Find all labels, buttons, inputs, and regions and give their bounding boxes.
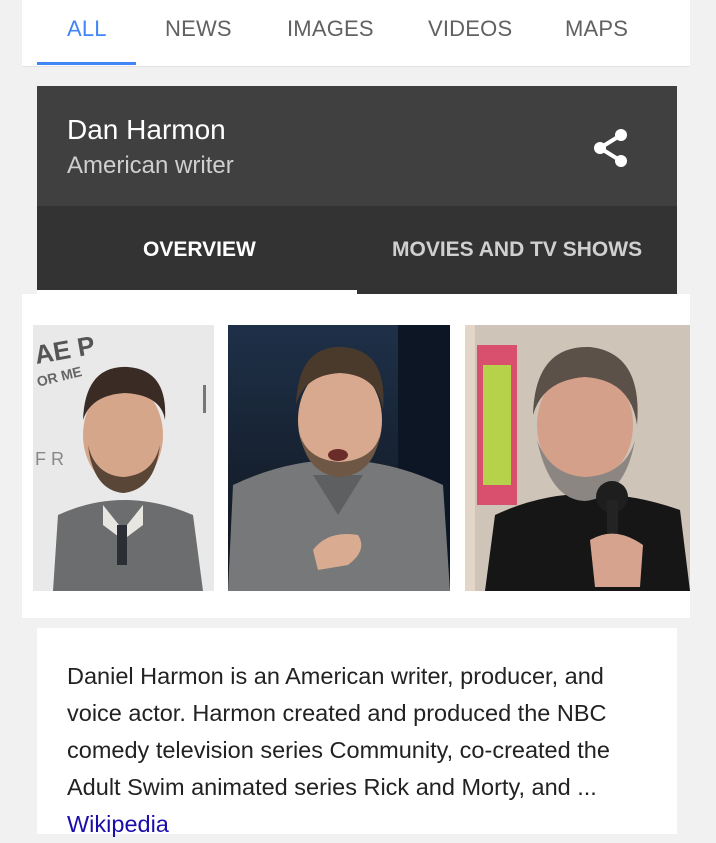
entity-photo-3[interactable] (465, 325, 690, 591)
tab-overview[interactable]: OVERVIEW (143, 238, 256, 262)
description-text: Daniel Harmon is an American writer, pro… (67, 663, 610, 800)
entity-photo-1[interactable]: AE P OR ME F R (33, 325, 214, 591)
tab-news[interactable]: NEWS (165, 16, 232, 42)
share-icon (594, 129, 627, 167)
svg-text:F R: F R (35, 449, 64, 469)
tab-images[interactable]: IMAGES (287, 16, 374, 42)
share-button[interactable] (591, 126, 631, 170)
photo-strip: AE P OR ME F R (22, 294, 690, 618)
tab-videos[interactable]: VIDEOS (428, 16, 512, 42)
wikipedia-link[interactable]: Wikipedia (67, 811, 169, 837)
knowledge-panel-tabs: OVERVIEW MOVIES AND TV SHOWS (37, 206, 677, 294)
active-tab-indicator (37, 62, 136, 65)
entity-description: Daniel Harmon is an American writer, pro… (67, 658, 657, 843)
knowledge-panel-header: Dan Harmon American writer (37, 86, 677, 206)
entity-photo-2[interactable] (228, 325, 450, 591)
tab-all[interactable]: ALL (67, 16, 107, 42)
entity-title: Dan Harmon (67, 114, 226, 145)
tab-maps[interactable]: MAPS (565, 16, 628, 42)
description-card: Daniel Harmon is an American writer, pro… (37, 628, 677, 837)
tab-movies-and-tv-shows[interactable]: MOVIES AND TV SHOWS (392, 238, 642, 262)
entity-subtitle: American writer (67, 152, 234, 179)
search-tabs-bar: ALL NEWS IMAGES VIDEOS MAPS (22, 0, 690, 67)
